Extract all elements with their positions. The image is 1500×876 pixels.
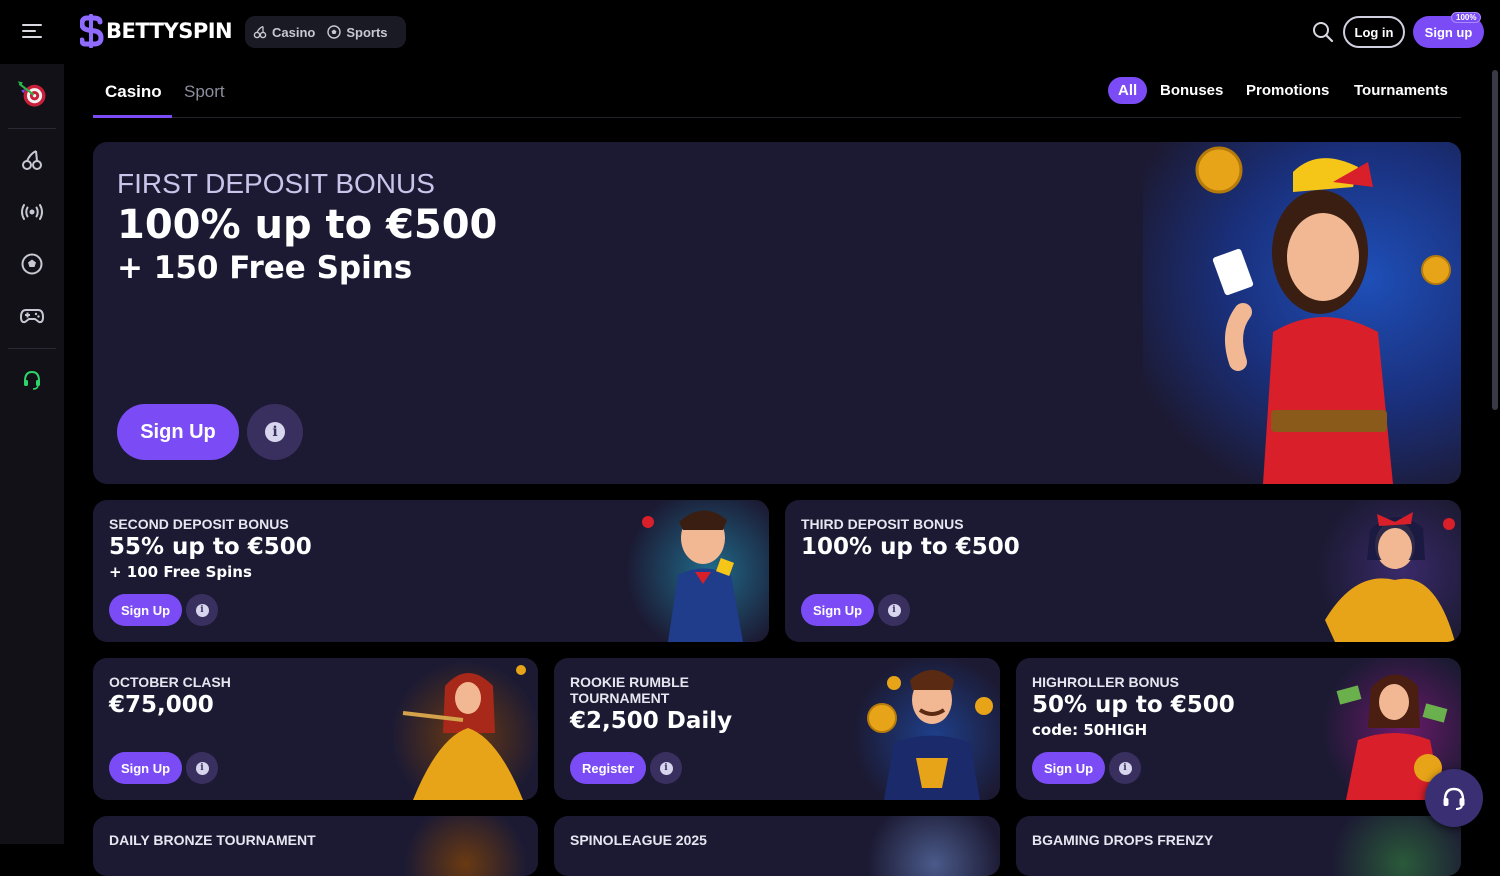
hero-tag: FIRST DEPOSIT BONUS: [117, 168, 435, 199]
promo-card[interactable]: THIRD DEPOSIT BONUS 100% up to €500 Sign…: [785, 500, 1461, 642]
menu-icon[interactable]: [22, 24, 42, 40]
filter-all[interactable]: All: [1108, 77, 1148, 104]
promo-illustration: [1315, 500, 1461, 642]
promo-signup-button[interactable]: Sign Up: [109, 594, 182, 626]
promo-illustration: [1316, 816, 1461, 876]
promo-title: 100% up to €500: [801, 534, 1020, 560]
product-switcher: Casino Sports: [245, 16, 406, 48]
promotions-target-icon[interactable]: [16, 78, 48, 110]
tab-casino[interactable]: Casino: [105, 82, 162, 102]
casino-cherry-icon[interactable]: [16, 144, 48, 176]
cherry-icon: [253, 25, 267, 39]
promo-info-button[interactable]: i: [878, 594, 910, 626]
promo-tag: OCTOBER CLASH: [109, 674, 231, 690]
logo-text: BETTYSPIN: [106, 19, 233, 43]
live-broadcast-icon[interactable]: [16, 196, 48, 228]
filter-bonuses[interactable]: Bonuses: [1160, 77, 1223, 104]
promo-title: €75,000: [109, 692, 214, 718]
promo-title: 55% up to €500: [109, 534, 312, 560]
promo-info-button[interactable]: i: [1109, 752, 1141, 784]
promo-signup-button[interactable]: Sign Up: [801, 594, 874, 626]
hero-illustration: [1143, 142, 1461, 484]
hero-signup-button[interactable]: Sign Up: [117, 404, 239, 460]
filter-promotions[interactable]: Promotions: [1246, 77, 1329, 104]
headset-icon: [1443, 787, 1465, 810]
info-icon: i: [1118, 761, 1132, 775]
sidebar-divider: [8, 128, 56, 129]
sports-ball-icon[interactable]: [16, 248, 48, 280]
switcher-sports[interactable]: Sports: [327, 24, 388, 40]
switcher-sports-label: Sports: [346, 24, 388, 40]
promo-card[interactable]: ROOKIE RUMBLE TOURNAMENT €2,500 Daily Re…: [554, 658, 1000, 800]
promo-tag: THIRD DEPOSIT BONUS: [801, 516, 964, 532]
hero-subtitle: + 150 Free Spins: [117, 250, 413, 286]
promo-subtitle: code: 50HIGH: [1032, 721, 1148, 739]
info-icon: i: [195, 603, 209, 617]
promo-illustration: [393, 658, 538, 800]
info-icon: i: [195, 761, 209, 775]
hero-promo-card[interactable]: FIRST DEPOSIT BONUS 100% up to €500 + 15…: [93, 142, 1461, 484]
promo-illustration: [623, 500, 769, 642]
promo-title: 50% up to €500: [1032, 692, 1235, 718]
promo-title: €2,500 Daily: [570, 708, 733, 734]
promo-info-button[interactable]: i: [186, 752, 218, 784]
promo-signup-button[interactable]: Sign Up: [109, 752, 182, 784]
logo-s-icon: [80, 14, 104, 48]
promo-register-button[interactable]: Register: [570, 752, 646, 784]
gamepad-icon[interactable]: [16, 300, 48, 332]
switcher-casino-label: Casino: [272, 24, 316, 40]
switcher-casino[interactable]: Casino: [253, 25, 315, 40]
scrollbar-thumb[interactable]: [1492, 70, 1498, 410]
promo-tag: ROOKIE RUMBLE TOURNAMENT: [570, 674, 689, 706]
login-button[interactable]: Log in: [1343, 16, 1405, 48]
promo-tag: SPINOLEAGUE 2025: [570, 832, 707, 848]
promo-info-button[interactable]: i: [650, 752, 682, 784]
promo-card[interactable]: SECOND DEPOSIT BONUS 55% up to €500 + 10…: [93, 500, 769, 642]
active-tab-indicator: [93, 115, 172, 118]
promo-card[interactable]: DAILY BRONZE TOURNAMENT: [93, 816, 538, 876]
promo-illustration: [854, 658, 1000, 800]
promo-signup-button[interactable]: Sign Up: [1032, 752, 1105, 784]
top-header: BETTYSPIN Casino Sports Log in Sign up 1…: [0, 0, 1500, 64]
promo-card[interactable]: SPINOLEAGUE 2025: [554, 816, 1000, 876]
signup-bonus-badge: 100%: [1451, 12, 1482, 23]
info-icon: i: [265, 422, 285, 442]
sidebar-divider: [8, 348, 56, 349]
info-icon: i: [659, 761, 673, 775]
search-icon[interactable]: [1312, 21, 1334, 43]
logo[interactable]: BETTYSPIN: [80, 14, 233, 48]
support-chat-button[interactable]: [1425, 769, 1483, 827]
hero-info-button[interactable]: i: [247, 404, 303, 460]
tab-sport[interactable]: Sport: [184, 82, 225, 102]
promo-tag: SECOND DEPOSIT BONUS: [109, 516, 289, 532]
promo-card[interactable]: HIGHROLLER BONUS 50% up to €500 code: 50…: [1016, 658, 1461, 800]
promo-card[interactable]: OCTOBER CLASH €75,000 Sign Up i: [93, 658, 538, 800]
info-icon: i: [887, 603, 901, 617]
sidebar: [0, 64, 64, 844]
page-scrollbar[interactable]: [1490, 64, 1500, 844]
promo-tag: DAILY BRONZE TOURNAMENT: [109, 832, 316, 848]
filter-tournaments[interactable]: Tournaments: [1354, 77, 1448, 104]
hero-title: 100% up to €500: [117, 202, 498, 248]
promo-illustration: [854, 816, 1000, 876]
promo-info-button[interactable]: i: [186, 594, 218, 626]
soccer-ball-icon: [327, 25, 342, 39]
promo-card[interactable]: BGAMING DROPS FRENZY: [1016, 816, 1461, 876]
support-headset-icon[interactable]: [16, 364, 48, 396]
promo-subtitle: + 100 Free Spins: [109, 563, 252, 581]
promo-tag: BGAMING DROPS FRENZY: [1032, 832, 1214, 848]
category-tabs: Casino Sport All Bonuses Promotions Tour…: [93, 64, 1461, 118]
promo-illustration: [393, 816, 538, 876]
promo-tag: HIGHROLLER BONUS: [1032, 674, 1179, 690]
